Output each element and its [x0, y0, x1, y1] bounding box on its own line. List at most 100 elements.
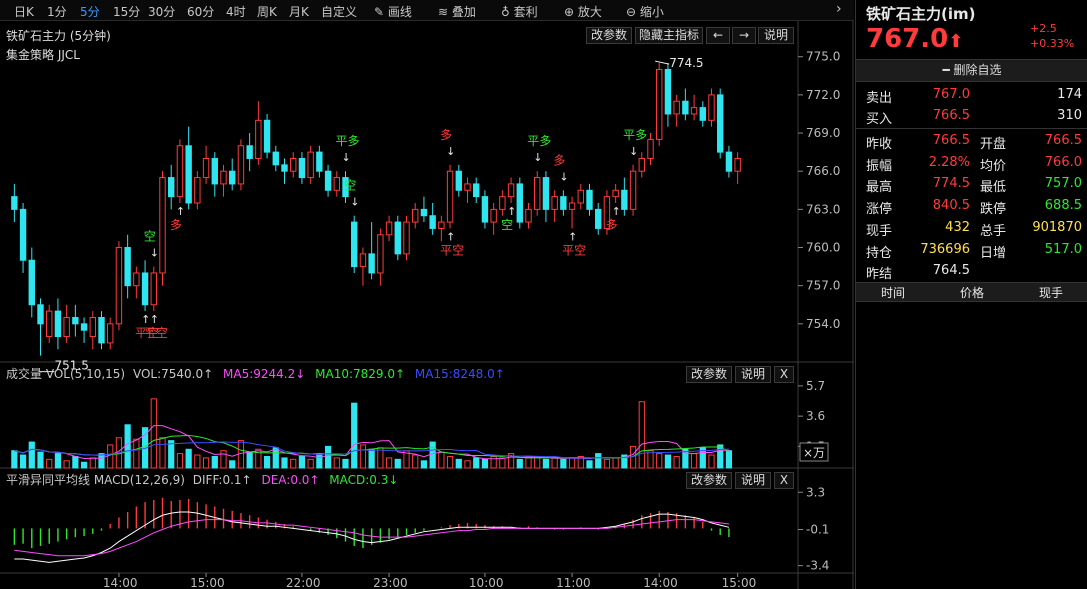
candle-body: [664, 68, 672, 115]
quote-value-2: 757.0: [1044, 176, 1082, 192]
price-tick-label: 763.0: [806, 202, 840, 216]
candle-body: [455, 170, 462, 191]
volume-bar: [107, 444, 114, 469]
candle-body: [290, 157, 297, 172]
arbitrage-tool[interactable]: ♁ 套利: [501, 3, 538, 20]
period-day[interactable]: 日K: [14, 3, 34, 20]
zoom-out-icon: ⊖: [626, 5, 637, 19]
trade-signal: 平多: [527, 134, 551, 148]
volume-bar: [690, 453, 698, 469]
candle-body: [690, 107, 698, 115]
period-custom[interactable]: 自定义: [321, 3, 357, 20]
trade-signal: 多: [440, 128, 452, 142]
time-tick-label: 23:00: [373, 576, 408, 589]
period-1min[interactable]: 1分: [47, 3, 67, 20]
volume-bar: [560, 458, 567, 469]
tick-header-time: 时间: [881, 286, 906, 300]
volume-bar: [359, 444, 367, 469]
quote-row: 持仓 736696 日增 517.0: [856, 239, 1087, 261]
time-tick-label: 15:00: [190, 576, 225, 589]
remove-watchlist-button[interactable]: ━ 删除自选: [856, 59, 1087, 82]
stack-icon: ≋: [438, 5, 449, 19]
trade-signal: 空: [144, 230, 156, 244]
candle-body: [168, 177, 175, 198]
volume-bar: [638, 401, 645, 469]
quote-value: 767.0: [932, 87, 970, 102]
quote-row: 昨结 764.5: [856, 260, 1087, 282]
volume-bar: [159, 437, 166, 469]
volume-bar: [54, 453, 62, 469]
candle-body: [534, 177, 541, 210]
volume-bar: [324, 445, 332, 469]
pencil-icon: ✎: [374, 5, 385, 19]
last-price: 767.0⬆: [866, 24, 963, 54]
candle-body: [150, 272, 157, 306]
price-tick-label: 775.0: [806, 50, 840, 64]
quote-row: 振幅 2.28% 均价 766.0: [856, 152, 1087, 174]
volume-bar: [176, 453, 184, 469]
signal-arrow: ↓: [350, 196, 359, 209]
period-60min[interactable]: 60分: [187, 3, 214, 20]
remove-watchlist-label: 删除自选: [953, 63, 1002, 77]
tick-header-price: 价格: [960, 286, 985, 300]
period-30min[interactable]: 30分: [148, 3, 175, 20]
quote-row: 买入 766.5 310: [856, 105, 1087, 127]
candle-body: [124, 247, 131, 287]
signal-arrow: ↓: [446, 145, 455, 158]
zoom-out-label: 缩小: [639, 5, 664, 19]
overlay-tool[interactable]: ≋ 叠加: [438, 3, 476, 20]
candle-body: [115, 247, 123, 325]
candle-body: [699, 107, 706, 121]
candle-body: [80, 323, 88, 331]
volume-bar: [438, 451, 445, 469]
candle-body: [237, 145, 245, 185]
price-change: +2.5: [1030, 22, 1057, 35]
volume-bar: [37, 451, 44, 469]
volume-bar: [80, 461, 88, 469]
candle-body: [133, 272, 140, 287]
candle-body: [403, 221, 410, 255]
volume-bar: [28, 441, 35, 469]
kline-chart[interactable]: 775.0 772.0 769.0 766.0 763.0 760.0 757.0 754.0…: [0, 21, 854, 589]
volume-bar: [150, 398, 157, 469]
zoom-out-tool[interactable]: ⊖ 缩小: [626, 3, 664, 20]
volume-bar: [63, 460, 70, 469]
period-15min[interactable]: 15分: [113, 3, 140, 20]
volume-bar: [490, 455, 497, 469]
volume-bar: [133, 438, 140, 469]
candle-body: [525, 208, 532, 223]
time-tick-label: 10:00: [469, 576, 504, 589]
candle-body: [682, 100, 689, 115]
price-tick-label: 760.0: [806, 241, 840, 255]
volume-bar: [168, 440, 175, 469]
zoom-in-tool[interactable]: ⊕ 放大: [564, 3, 602, 20]
period-week[interactable]: 周K: [257, 3, 277, 20]
signal-arrow: ↓: [629, 145, 638, 158]
volume-tick-label: 3.6: [806, 409, 825, 423]
candle-body: [516, 183, 523, 223]
draw-line-tool[interactable]: ✎ 画线: [374, 3, 412, 20]
candle-body: [194, 177, 201, 204]
candle-body: [11, 196, 18, 210]
candle-body: [202, 157, 210, 179]
period-month[interactable]: 月K: [289, 3, 309, 20]
volume-bar: [211, 455, 218, 469]
candle-body: [551, 196, 558, 210]
trade-signal: 空: [501, 218, 513, 232]
candle-body: [28, 259, 35, 306]
candle-body: [141, 272, 149, 306]
period-5min[interactable]: 5分: [80, 3, 100, 20]
zoom-in-label: 放大: [577, 5, 602, 19]
candle-body: [37, 304, 44, 325]
period-4h[interactable]: 4时: [226, 3, 246, 20]
volume-bar: [499, 457, 506, 469]
candle-body: [586, 189, 593, 210]
quote-label: 昨收: [866, 137, 893, 152]
chevron-right-icon[interactable]: ›: [836, 1, 842, 17]
trade-signal: 多: [170, 218, 182, 232]
quote-row: 最高 774.5 最低 757.0: [856, 173, 1087, 195]
candle-body: [333, 177, 340, 191]
candle-body: [481, 196, 489, 223]
candle-body: [499, 196, 506, 210]
draw-line-label: 画线: [387, 5, 412, 19]
